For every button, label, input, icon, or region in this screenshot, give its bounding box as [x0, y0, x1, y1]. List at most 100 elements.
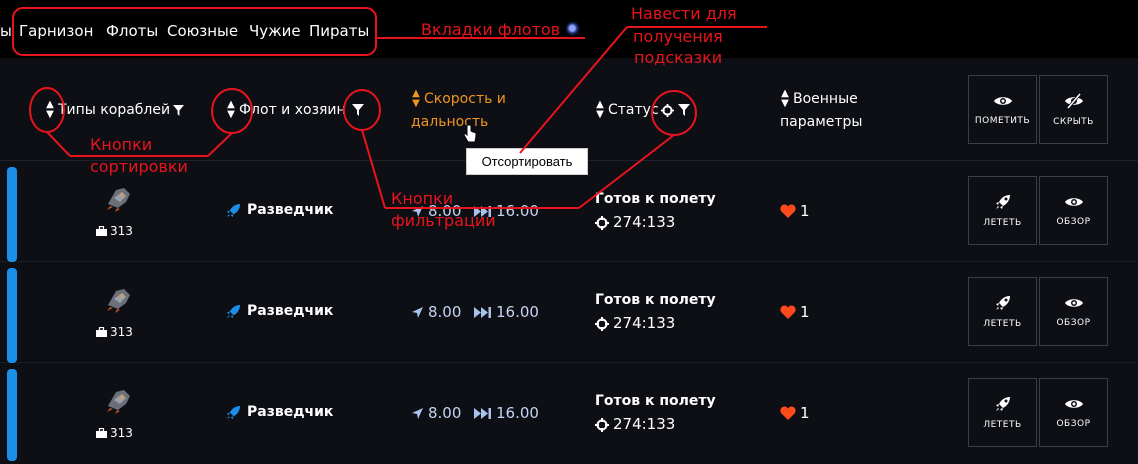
tab-foreign[interactable]: Чужие	[249, 22, 301, 40]
coords-value: 274:133	[613, 415, 676, 433]
status-cell: Готов к полету 274:133	[595, 289, 716, 335]
military-cell: 1	[780, 303, 810, 321]
tab-allied[interactable]: Союзные	[167, 22, 238, 40]
column-header-ship-types: ▲ ▼ Типы кораблей	[45, 99, 185, 121]
fleet-type-icon	[226, 304, 241, 318]
sort-icon[interactable]: ▲ ▼	[45, 100, 55, 120]
status-cell: Готов к полету 274:133	[595, 390, 716, 436]
eye-icon	[1064, 298, 1083, 307]
hide-all-button[interactable]: СКРЫТЬ	[1039, 75, 1108, 144]
military-cell: 1	[780, 202, 810, 220]
hp-value: 1	[800, 404, 810, 422]
cargo-capacity: 313	[96, 224, 133, 238]
cargo-value: 313	[110, 224, 133, 238]
speed-value: 8.00	[428, 303, 462, 321]
briefcase-icon	[96, 226, 107, 236]
row-indicator	[7, 167, 17, 262]
annotation-filter-2: фильтрации	[391, 211, 496, 230]
filter-icon[interactable]	[352, 104, 364, 116]
fleet-type-icon	[226, 203, 241, 217]
tab-partial[interactable]: ы	[0, 22, 12, 40]
mark-button-label: ПОМЕТИТЬ	[974, 115, 1031, 126]
fly-button-label: ЛЕТЕТЬ	[983, 318, 1022, 329]
fleet-name-cell[interactable]: Разведчик	[226, 202, 333, 218]
crosshair-icon[interactable]	[661, 104, 674, 117]
view-button[interactable]: ОБЗОР	[1039, 378, 1108, 447]
coords[interactable]: 274:133	[595, 312, 716, 335]
annotation-tabs: Вкладки флотов	[421, 20, 561, 39]
row-divider	[0, 362, 1138, 363]
fly-button[interactable]: ЛЕТЕТЬ	[968, 378, 1037, 447]
fast-forward-icon	[474, 306, 491, 318]
heart-icon	[780, 305, 796, 319]
fly-button-label: ЛЕТЕТЬ	[983, 419, 1022, 430]
annotation-sort-1: Кнопки	[90, 135, 153, 154]
sort-icon[interactable]: ▲ ▼	[411, 89, 421, 109]
hand-cursor-icon	[463, 124, 477, 143]
column-label-ship-types: Типы кораблей	[58, 102, 171, 118]
hide-button-label: СКРЫТЬ	[1053, 116, 1094, 127]
column-label-fleet-owner: Флот и хозяин	[239, 102, 346, 118]
column-label-parameters: параметры	[780, 114, 863, 130]
fly-button-label: ЛЕТЕТЬ	[983, 217, 1022, 228]
annotation-sort-2: сортировки	[90, 157, 188, 176]
fleet-name-cell[interactable]: Разведчик	[226, 303, 333, 319]
heart-icon	[780, 406, 796, 420]
coords[interactable]: 274:133	[595, 413, 716, 436]
column-label-status: Статус	[608, 102, 659, 118]
row-indicator	[7, 268, 17, 363]
view-button-label: ОБЗОР	[1056, 216, 1091, 227]
heart-icon	[780, 204, 796, 218]
view-button[interactable]: ОБЗОР	[1039, 176, 1108, 245]
annotation-filter-1: Кнопки	[391, 189, 454, 208]
range-value: 16.00	[496, 202, 539, 220]
row-divider	[0, 261, 1138, 262]
filter-icon[interactable]	[173, 104, 185, 116]
rocket-icon	[995, 295, 1010, 310]
filter-icon[interactable]	[678, 104, 690, 116]
column-header-speed-range: ▲ ▼ Скорость и	[411, 88, 506, 110]
range-value: 16.00	[496, 404, 539, 422]
ship-thumbnail	[104, 184, 134, 212]
fleet-name: Разведчик	[247, 404, 334, 420]
rocket-icon	[995, 396, 1010, 411]
sort-icon[interactable]: ▲ ▼	[780, 89, 790, 109]
eye-icon	[993, 96, 1012, 105]
cargo-capacity: 313	[96, 325, 133, 339]
fly-button[interactable]: ЛЕТЕТЬ	[968, 277, 1037, 346]
cargo-capacity: 313	[96, 426, 133, 440]
range-cell: 16.00	[474, 303, 539, 321]
ship-thumbnail	[104, 386, 134, 414]
sort-icon[interactable]: ▲ ▼	[226, 100, 236, 120]
sort-icon[interactable]: ▲ ▼	[595, 100, 605, 120]
view-button[interactable]: ОБЗОР	[1039, 277, 1108, 346]
range-value: 16.00	[496, 303, 539, 321]
column-label-speed: Скорость и	[424, 91, 506, 107]
fleet-name-cell[interactable]: Разведчик	[226, 404, 333, 420]
speed-value: 8.00	[428, 404, 462, 422]
eye-icon	[1064, 197, 1083, 206]
coords[interactable]: 274:133	[595, 211, 716, 234]
tab-pirates[interactable]: Пираты	[309, 22, 369, 40]
fly-button[interactable]: ЛЕТЕТЬ	[968, 176, 1037, 245]
fleet-type-icon	[226, 405, 241, 419]
mark-all-button[interactable]: ПОМЕТИТЬ	[968, 75, 1037, 144]
fleet-name: Разведчик	[247, 202, 334, 218]
ship-icon	[107, 289, 130, 313]
briefcase-icon	[96, 327, 107, 337]
eye-icon	[1064, 399, 1083, 408]
row-indicator	[7, 369, 17, 461]
tab-garrison[interactable]: Гарнизон	[19, 22, 93, 40]
view-button-label: ОБЗОР	[1056, 418, 1091, 429]
navigation-arrow-icon	[412, 407, 423, 419]
cargo-value: 313	[110, 325, 133, 339]
hp-value: 1	[800, 303, 810, 321]
status-cell: Готов к полету 274:133	[595, 188, 716, 234]
coords-value: 274:133	[613, 213, 676, 231]
coords-value: 274:133	[613, 314, 676, 332]
briefcase-icon	[96, 428, 107, 438]
ship-icon	[107, 390, 130, 414]
annotation-hover-1: Навести для	[631, 4, 737, 23]
tab-fleets[interactable]: Флоты	[106, 22, 158, 40]
crosshair-icon	[595, 417, 609, 432]
